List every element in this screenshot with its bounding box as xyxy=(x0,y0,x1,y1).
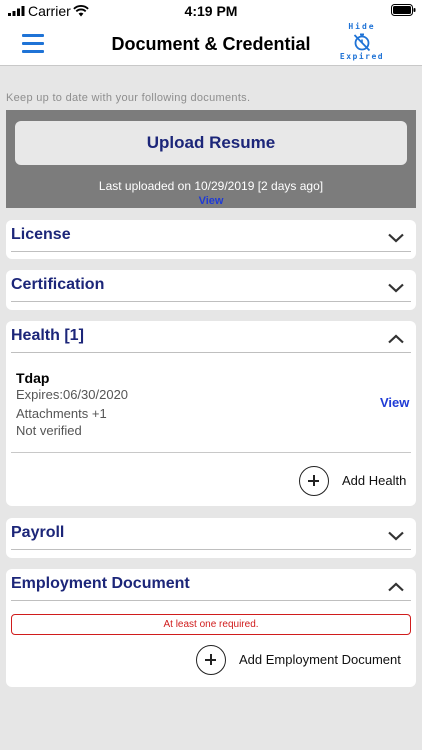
employment-header[interactable]: Employment Document xyxy=(6,569,416,601)
section-title: Employment Document xyxy=(11,575,190,592)
divider xyxy=(11,352,411,353)
add-employment-document-label: Add Employment Document xyxy=(239,652,401,667)
plus-circle-icon xyxy=(196,645,226,675)
section-certification: Certification xyxy=(6,270,416,310)
divider xyxy=(11,600,411,601)
hide-expired-button[interactable]: Hide Expired xyxy=(336,22,388,66)
section-payroll: Payroll xyxy=(6,518,416,558)
health-item-expires: Expires:06/30/2020 xyxy=(16,387,129,402)
last-uploaded-text: Last uploaded on 10/29/2019 [2 days ago] xyxy=(98,179,324,193)
required-warning: At least one required. xyxy=(11,614,411,635)
plus-circle-icon xyxy=(299,466,329,496)
chevron-up-icon xyxy=(388,334,404,344)
payroll-header[interactable]: Payroll xyxy=(6,518,416,550)
license-header[interactable]: License xyxy=(6,220,416,252)
health-item-attachments: Attachments +1 xyxy=(16,406,107,421)
add-health-label: Add Health xyxy=(342,473,407,488)
nav-bar: Document & Credential Hide Expired xyxy=(0,22,422,66)
chevron-down-icon xyxy=(388,233,404,243)
add-employment-document-button[interactable]: Add Employment Document xyxy=(196,645,412,675)
section-title: License xyxy=(11,226,71,243)
section-license: License xyxy=(6,220,416,259)
upload-resume-panel: Upload Resume Last uploaded on 10/29/201… xyxy=(6,110,416,208)
status-time: 4:19 PM xyxy=(184,3,238,19)
hide-label: Hide xyxy=(348,22,376,31)
section-title: Payroll xyxy=(11,524,65,541)
view-resume-link[interactable]: View xyxy=(6,195,416,207)
chevron-up-icon xyxy=(388,582,404,592)
health-item-status: Not verified xyxy=(16,423,82,438)
divider xyxy=(11,452,411,453)
chevron-down-icon xyxy=(388,283,404,293)
section-health: Health [1] Tdap Expires:06/30/2020 Attac… xyxy=(6,321,416,506)
add-health-button[interactable]: Add Health xyxy=(299,466,416,496)
health-item-name: Tdap xyxy=(16,370,50,386)
chevron-down-icon xyxy=(388,531,404,541)
section-title: Health [1] xyxy=(11,327,84,344)
status-bar: Carrier 4:19 PM xyxy=(0,0,422,22)
certification-header[interactable]: Certification xyxy=(6,270,416,302)
stopwatch-slash-icon xyxy=(353,33,371,52)
section-employment-document: Employment Document At least one require… xyxy=(6,569,416,687)
section-title: Certification xyxy=(11,276,105,293)
upload-resume-button[interactable]: Upload Resume xyxy=(15,121,407,165)
intro-text: Keep up to date with your following docu… xyxy=(6,92,251,104)
divider xyxy=(11,301,411,302)
expired-label: Expired xyxy=(339,52,385,61)
health-header[interactable]: Health [1] xyxy=(6,321,416,353)
view-health-item-link[interactable]: View xyxy=(380,395,409,410)
battery-icon xyxy=(391,4,416,16)
divider xyxy=(11,549,411,550)
divider xyxy=(11,251,411,252)
